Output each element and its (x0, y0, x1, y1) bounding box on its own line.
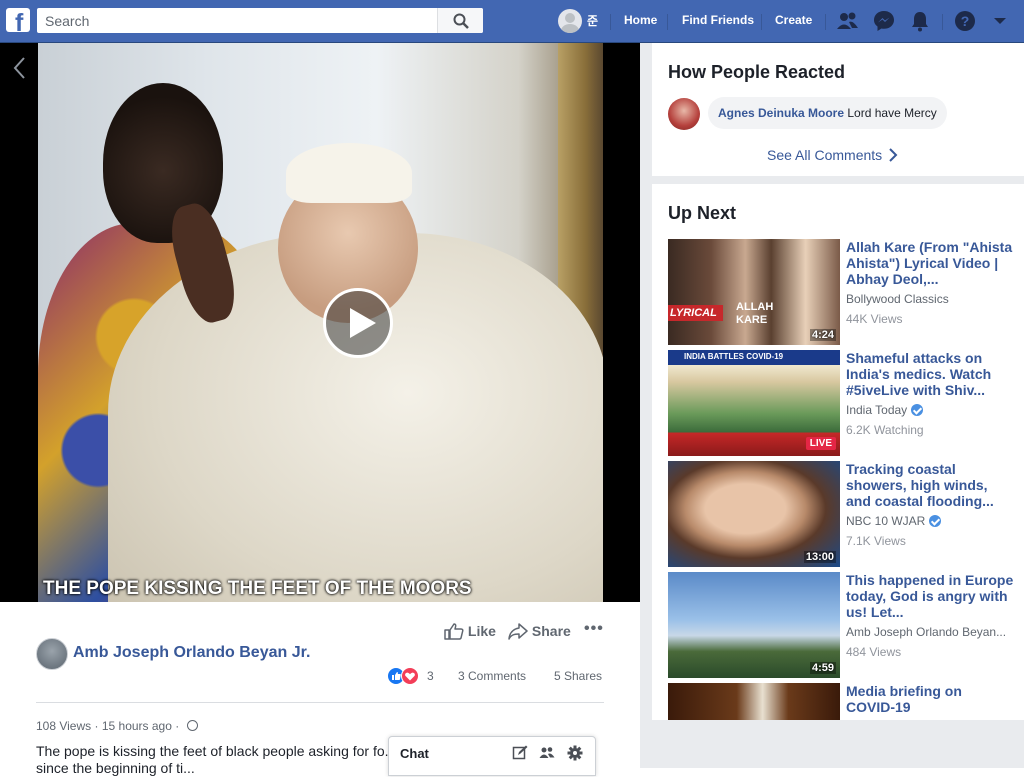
up-next-video[interactable]: 13:00 Tracking coastal showers, high win… (668, 461, 1024, 567)
search-button[interactable] (437, 8, 483, 33)
nav-divider (825, 14, 826, 30)
nav-divider (667, 14, 668, 30)
commenter-avatar[interactable] (668, 98, 700, 130)
verified-badge-icon (929, 515, 942, 527)
more-options-icon[interactable]: ••• (584, 620, 604, 638)
video-source[interactable]: Amb Joseph Orlando Beyan... (846, 625, 1014, 639)
video-views: 44K Views (846, 312, 903, 326)
video-source[interactable]: India Today (846, 403, 907, 417)
nav-divider (761, 14, 762, 30)
nav-divider (942, 14, 943, 30)
comment-author[interactable]: Agnes Deinuka Moore (718, 106, 844, 120)
comment-text: Lord have Mercy (847, 106, 937, 120)
search-input[interactable] (37, 8, 437, 33)
video-source[interactable]: NBC 10 WJAR (846, 514, 925, 528)
chevron-right-icon (889, 148, 898, 162)
up-next-video[interactable]: INDIA BATTLES COVID-19 LIVE Shameful att… (668, 350, 1024, 456)
video-thumbnail: 4:59 (668, 572, 840, 678)
avatar (558, 9, 582, 33)
comment-bubble[interactable]: Agnes Deinuka Moore Lord have Mercy (708, 97, 947, 129)
gear-icon[interactable] (567, 745, 583, 761)
up-next-video[interactable]: 4:59 This happened in Europe today, God … (668, 572, 1024, 678)
love-reaction-icon (401, 667, 419, 685)
video-source[interactable]: Bollywood Classics (846, 292, 1014, 306)
play-button[interactable] (323, 288, 393, 358)
thumbnail-text: ALLAH KARE (736, 301, 774, 326)
video-title[interactable]: Shameful attacks on India's medics. Watc… (846, 350, 1014, 398)
video-title[interactable]: Allah Kare (From "Ahista Ahista") Lyrica… (846, 239, 1014, 287)
up-next-video[interactable]: LYRICAL ALLAH KARE 4:24 Allah Kare (From … (668, 239, 1024, 345)
meta-separator: · (94, 719, 99, 733)
group-chat-icon[interactable] (539, 745, 555, 761)
how-people-reacted-panel: How People Reacted Agnes Deinuka Moore L… (652, 43, 1024, 176)
author-avatar[interactable] (36, 638, 68, 670)
svg-text:?: ? (961, 13, 970, 29)
back-arrow-icon[interactable] (10, 55, 30, 81)
post-meta: 108 Views · 15 hours ago · (36, 719, 198, 733)
video-views: 6.2K Watching (846, 423, 924, 437)
video-duration: 13:00 (803, 551, 836, 563)
chat-bar[interactable]: Chat (388, 736, 596, 776)
nav-find-friends[interactable]: Find Friends (682, 13, 754, 27)
messenger-icon[interactable] (872, 9, 898, 33)
reaction-count: 3 (427, 669, 434, 683)
nav-create[interactable]: Create (775, 13, 812, 27)
video-zucchetto (286, 143, 412, 203)
compose-icon[interactable] (512, 745, 528, 761)
post-time[interactable]: 15 hours ago (102, 719, 172, 733)
video-duration: 4:59 (809, 662, 836, 674)
share-button[interactable]: Share (508, 622, 571, 640)
share-label: Share (531, 623, 571, 639)
how-people-reacted-title: How People Reacted (668, 62, 846, 82)
profile-name: 준 (587, 14, 599, 28)
top-navigation-bar: f 준 Home Find Friends Create ? (0, 0, 1024, 43)
friend-requests-icon[interactable] (835, 9, 861, 33)
like-button[interactable]: Like (444, 622, 496, 640)
divider (36, 702, 604, 703)
views-count: 108 Views (36, 719, 92, 733)
author-name[interactable]: Amb Joseph Orlando Beyan Jr. (73, 644, 310, 662)
video-thumbnail: INDIA BATTLES COVID-19 LIVE (668, 350, 840, 456)
up-next-title: Up Next (668, 203, 737, 223)
video-duration: 4:24 (809, 329, 836, 341)
shares-count[interactable]: 5 Shares (554, 669, 602, 683)
video-title[interactable]: Tracking coastal showers, high winds, an… (846, 461, 1014, 509)
see-all-comments-label: See All Comments (767, 147, 883, 163)
nav-home[interactable]: Home (624, 13, 657, 27)
video-thumbnail (668, 683, 840, 720)
like-label: Like (467, 623, 496, 639)
help-icon[interactable]: ? (953, 9, 979, 33)
video-caption: THE POPE KISSING THE FEET OF THE MOORS (43, 578, 472, 599)
video-title[interactable]: Media briefing on COVID-19 (846, 683, 1014, 715)
video-thumbnail: 13:00 (668, 461, 840, 567)
up-next-panel: Up Next LYRICAL ALLAH KARE 4:24 Allah Kar… (652, 184, 1024, 720)
account-menu-chevron-down-icon[interactable] (990, 9, 1016, 33)
video-source-row: NBC 10 WJAR (846, 514, 1014, 528)
thumbnail-headline: INDIA BATTLES COVID-19 (684, 352, 784, 361)
thumbs-up-icon (444, 623, 464, 640)
video-views: 484 Views (846, 645, 902, 659)
search-icon (453, 13, 469, 29)
globe-icon (186, 720, 198, 731)
video-source-row: India Today (846, 403, 1014, 417)
video-player[interactable]: THE POPE KISSING THE FEET OF THE MOORS (0, 43, 640, 602)
chat-label: Chat (400, 746, 429, 761)
nav-divider (610, 14, 611, 30)
video-title[interactable]: This happened in Europe today, God is an… (846, 572, 1014, 620)
video-views: 7.1K Views (846, 534, 906, 548)
facebook-logo-icon[interactable]: f (6, 8, 30, 32)
share-icon (508, 623, 528, 640)
notifications-icon[interactable] (908, 9, 934, 33)
live-badge: LIVE (805, 437, 836, 450)
up-next-video[interactable]: Media briefing on COVID-19 (668, 683, 1024, 720)
see-all-comments-link[interactable]: See All Comments (767, 147, 898, 163)
thumbnail-lyrical-label: LYRICAL (668, 305, 723, 321)
comments-count[interactable]: 3 Comments (458, 669, 526, 683)
meta-separator: · (175, 719, 180, 733)
video-thumbnail: LYRICAL ALLAH KARE 4:24 (668, 239, 840, 345)
verified-badge-icon (911, 404, 924, 416)
search-box (37, 8, 483, 33)
video-frame (38, 43, 603, 602)
